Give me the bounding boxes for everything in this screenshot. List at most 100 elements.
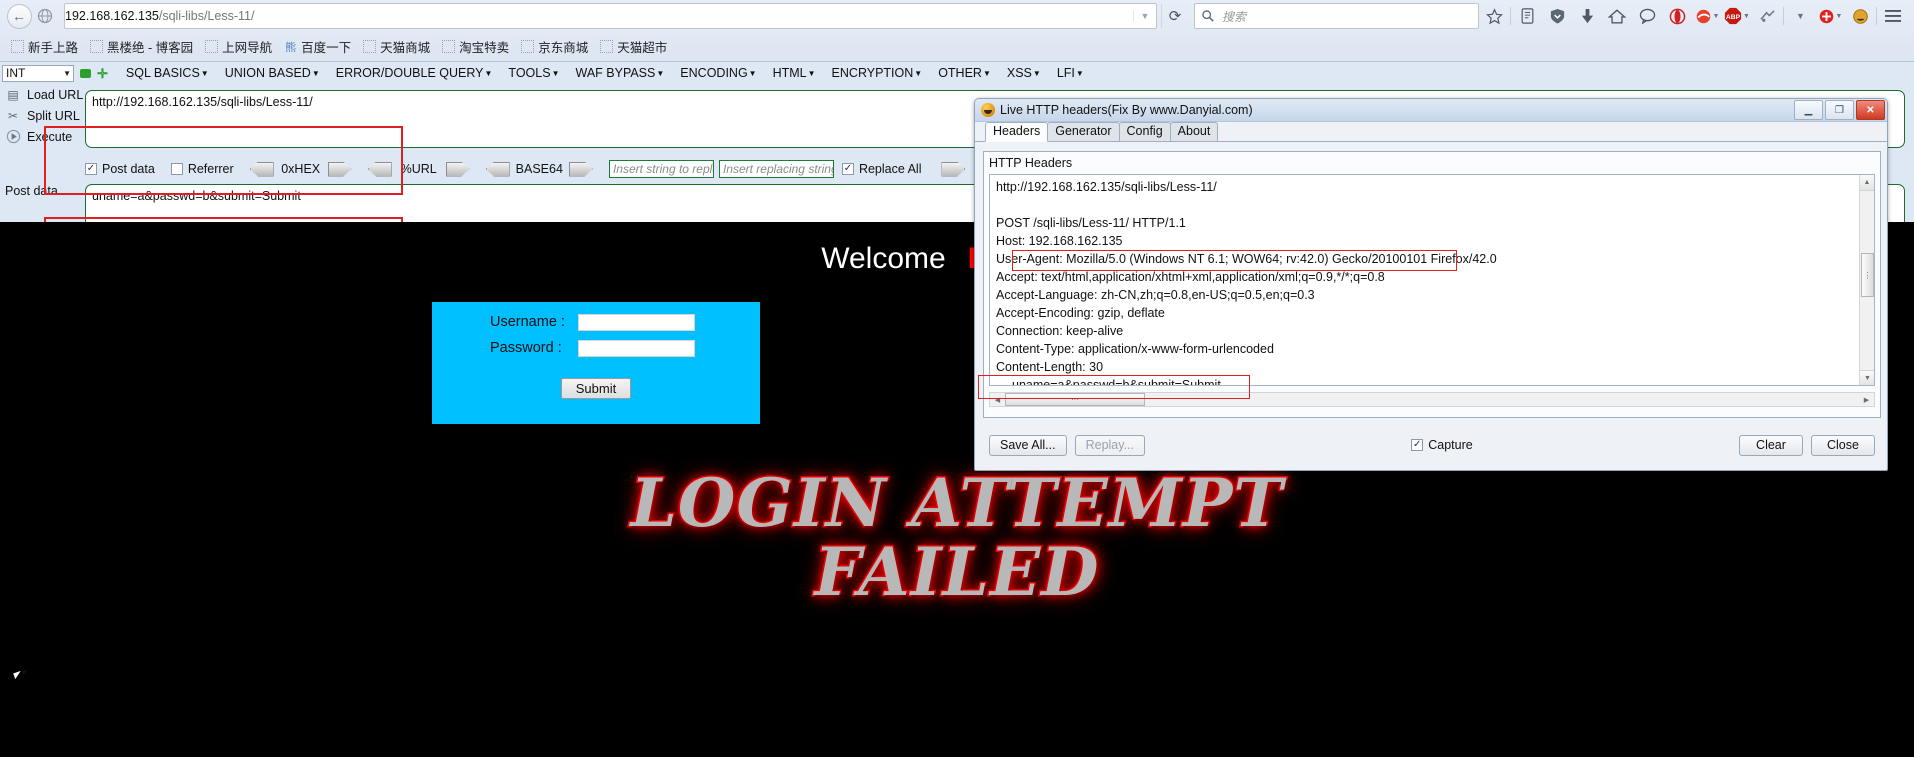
post-data-checkbox-wrap[interactable]: Post data — [85, 162, 155, 176]
hackbar-load-url-button[interactable]: ▤ Load URL — [0, 84, 85, 105]
thunder-icon[interactable] — [1752, 3, 1782, 29]
hackbar-menu-sql-basics[interactable]: SQL BASICS▼ — [118, 66, 217, 80]
hackbar-menu-lfi[interactable]: LFI▼ — [1049, 66, 1092, 80]
addon-dropdown-icon[interactable]: ▼ — [1785, 3, 1815, 29]
scroll-down-icon[interactable]: ▼ — [1860, 370, 1874, 385]
hackbar-menu-waf-bypass[interactable]: WAF BYPASS▼ — [567, 66, 672, 80]
username-input[interactable] — [578, 313, 695, 331]
base64-decode-arrow-icon[interactable] — [485, 161, 510, 177]
shield-down-icon[interactable] — [1542, 3, 1572, 29]
header-line[interactable]: Accept: text/html,application/xhtml+xml,… — [995, 268, 1860, 286]
header-line[interactable]: POST /sqli-libs/Less-11/ HTTP/1.1 — [995, 214, 1860, 232]
tab-about[interactable]: About — [1169, 122, 1219, 141]
hackbar-menu-html[interactable]: HTML▼ — [765, 66, 824, 80]
site-identity-button[interactable] — [32, 3, 58, 29]
download-icon[interactable] — [1572, 3, 1602, 29]
vertical-scroll-thumb[interactable]: ⋮ — [1861, 253, 1874, 297]
header-line-blank[interactable] — [995, 196, 1860, 214]
adblock-plus-icon[interactable]: ABP ▼ — [1722, 3, 1752, 29]
header-line[interactable]: Connection: keep-alive — [995, 322, 1860, 340]
hackbar-menu-xss[interactable]: XSS▼ — [999, 66, 1049, 80]
replace-to-input[interactable]: Insert replacing string — [718, 160, 834, 178]
hackbar-menu-tools[interactable]: TOOLS▼ — [500, 66, 567, 80]
header-line[interactable]: uname=a&passwd=b&submit=Submit — [995, 376, 1860, 385]
url-decode-arrow-icon[interactable] — [367, 161, 392, 177]
chevron-down-icon[interactable]: ▼ — [1713, 13, 1720, 20]
hamburger-menu-icon[interactable] — [1878, 3, 1908, 29]
window-title-bar[interactable]: Live HTTP headers(Fix By www.Danyial.com… — [975, 99, 1887, 122]
maximize-button[interactable]: ❐ — [1825, 100, 1854, 120]
star-icon[interactable] — [1479, 3, 1509, 29]
headers-horizontal-scrollbar[interactable]: ◀ ⋯ ▶ — [989, 392, 1875, 407]
headers-listbox[interactable]: http://192.168.162.135/sqli-libs/Less-11… — [989, 174, 1875, 386]
referrer-checkbox[interactable] — [170, 163, 183, 175]
bookmark-item[interactable]: 京东商城 — [516, 35, 593, 58]
header-line[interactable]: Host: 192.168.162.135 — [995, 232, 1860, 250]
referrer-checkbox-wrap[interactable]: Referrer — [170, 162, 234, 176]
clear-button[interactable]: Clear — [1738, 434, 1803, 456]
hackbar-menu-error-double-query[interactable]: ERROR/DOUBLE QUERY▼ — [328, 66, 501, 80]
home-icon[interactable] — [1602, 3, 1632, 29]
back-button[interactable]: ← — [6, 3, 32, 29]
capture-checkbox-wrap[interactable]: Capture — [1411, 438, 1473, 452]
hackbar-add-icon[interactable]: ✛ — [97, 67, 108, 80]
hackbar-status-icon[interactable] — [80, 68, 91, 78]
capture-checkbox[interactable] — [1411, 439, 1424, 451]
horizontal-scroll-thumb[interactable]: ⋯ — [1005, 393, 1145, 406]
replace-all-checkbox[interactable] — [841, 163, 854, 175]
header-line[interactable]: Accept-Encoding: gzip, deflate — [995, 304, 1860, 322]
tab-generator[interactable]: Generator — [1047, 122, 1120, 141]
hackbar-menu-other[interactable]: OTHER▼ — [930, 66, 999, 80]
url-encode-arrow-icon[interactable] — [445, 161, 470, 177]
save-all-button[interactable]: Save All... — [989, 434, 1067, 456]
scroll-up-icon[interactable]: ▲ — [1860, 175, 1874, 191]
hackbar-menu-encryption[interactable]: ENCRYPTION▼ — [824, 66, 931, 80]
chevron-down-icon[interactable]: ▼ — [1743, 13, 1750, 20]
tab-headers[interactable]: Headers — [985, 122, 1049, 142]
bookmark-item[interactable]: 天猫商城 — [358, 35, 435, 58]
minimize-button[interactable]: ▁ — [1794, 100, 1823, 120]
url-dropdown-icon[interactable]: ▼ — [1133, 11, 1156, 21]
header-line[interactable]: Content-Type: application/x-www-form-url… — [995, 340, 1860, 358]
hackbar-menu-encoding[interactable]: ENCODING▼ — [672, 66, 764, 80]
hackbar-type-select[interactable]: INT ▼ — [2, 64, 74, 82]
chat-icon[interactable] — [1632, 3, 1662, 29]
url-bar[interactable]: 192.168.162.135/sqli-libs/Less-11/ ▼ — [64, 3, 1157, 29]
password-input[interactable] — [578, 339, 695, 357]
replace-from-input[interactable]: Insert string to replace — [608, 160, 714, 178]
post-data-checkbox[interactable] — [85, 163, 97, 175]
bookmark-item[interactable]: 天猫超市 — [595, 35, 672, 58]
opera-icon[interactable] — [1662, 3, 1692, 29]
hackbar-execute-button[interactable]: Execute — [0, 126, 85, 147]
header-line[interactable]: Accept-Language: zh-CN,zh;q=0.8,en-US;q=… — [995, 286, 1860, 304]
submit-button[interactable]: Submit — [560, 378, 632, 399]
bookmark-item[interactable]: 上网导航 — [200, 35, 277, 58]
hackbar-menu-union-based[interactable]: UNION BASED▼ — [217, 66, 328, 80]
reload-button[interactable]: ⟳ — [1161, 4, 1188, 28]
replace-apply-arrow-icon[interactable] — [941, 161, 966, 177]
headers-vertical-scrollbar[interactable]: ▲ ⋮ ▼ — [1859, 175, 1874, 385]
base64-encode-arrow-icon[interactable] — [568, 161, 593, 177]
bookmark-item[interactable]: 黑楼绝 - 博客园 — [85, 35, 198, 58]
scroll-left-icon[interactable]: ◀ — [990, 393, 1005, 406]
bookmark-item[interactable]: 熊百度一下 — [279, 35, 356, 58]
replace-all-checkbox-wrap[interactable]: Replace All — [841, 162, 921, 176]
close-window-button[interactable]: Close — [1810, 434, 1875, 456]
close-button[interactable]: ✕ — [1856, 100, 1885, 120]
bookmark-item[interactable]: 淘宝特卖 — [437, 35, 514, 58]
chevron-down-icon[interactable]: ▼ — [1836, 13, 1843, 20]
add-on-icon[interactable]: ▼ — [1815, 3, 1845, 29]
flashget-icon[interactable]: ▼ — [1692, 3, 1722, 29]
reader-icon[interactable] — [1512, 3, 1542, 29]
header-line[interactable]: User-Agent: Mozilla/5.0 (Windows NT 6.1;… — [995, 250, 1860, 268]
tab-config[interactable]: Config — [1118, 122, 1171, 141]
hackbar-split-url-button[interactable]: ✂ Split URL — [0, 105, 85, 126]
replay-button[interactable]: Replay... — [1074, 434, 1145, 456]
search-bar[interactable]: 搜索 — [1194, 3, 1479, 29]
header-line[interactable]: http://192.168.162.135/sqli-libs/Less-11… — [995, 178, 1860, 196]
account-icon[interactable] — [1845, 3, 1875, 29]
hex-decode-arrow-icon[interactable] — [249, 161, 274, 177]
hex-encode-arrow-icon[interactable] — [327, 161, 352, 177]
scroll-right-icon[interactable]: ▶ — [1859, 393, 1874, 406]
header-line[interactable]: Content-Length: 30 — [995, 358, 1860, 376]
